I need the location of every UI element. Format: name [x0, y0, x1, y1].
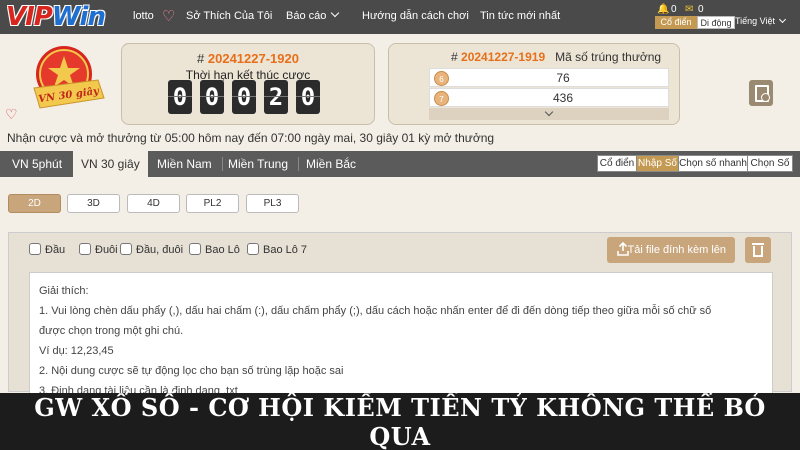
- chevron-down-icon: [778, 15, 787, 24]
- last-draw-panel: # 20241227-1919 Mã số trúng thưởng 6 7 6 …: [388, 43, 680, 125]
- option-label: Đầu, đuôi: [136, 244, 184, 256]
- note-line: được chọn trong một ghi chú.: [39, 325, 184, 337]
- mode-quick-pick[interactable]: Chọn số nhanh: [679, 156, 748, 171]
- option-dau-duoi[interactable]: Đầu, đuôi: [120, 243, 183, 256]
- result-value: 76: [556, 71, 570, 85]
- chevron-down-icon: [544, 107, 554, 117]
- vn30-medal-icon: VN 30 giây: [33, 46, 105, 109]
- nav-guide[interactable]: Hướng dẫn cách chơi: [362, 10, 469, 22]
- game-type-pl2[interactable]: PL2: [186, 194, 239, 213]
- nav-news[interactable]: Tin tức mới nhất: [480, 10, 560, 22]
- upload-label: Tải file đính kèm lên: [627, 244, 726, 256]
- logo-text: VIPWin: [6, 2, 106, 32]
- nav-report-label: Báo cáo: [286, 10, 327, 22]
- expand-results-button[interactable]: [429, 107, 669, 120]
- input-mode-group: Cổ điển Nhập Số Chọn số nhanh Chọn Số: [597, 155, 793, 172]
- note-line: 1. Vui lòng chèn dấu phẩy (,), dấu hai c…: [39, 305, 712, 317]
- language-label: Tiếng Việt: [735, 16, 776, 26]
- bell-icon[interactable]: 🔔: [657, 4, 669, 15]
- favorite-heart-icon[interactable]: ♡: [5, 106, 18, 123]
- nav-favorites[interactable]: Sở Thích Của Tôi: [186, 10, 272, 22]
- tab-vn-30-giay[interactable]: VN 30 giây: [73, 151, 148, 177]
- chevron-down-icon: [331, 8, 340, 18]
- current-draw-panel: # 20241227-1920 Thời hạn kết thúc cược 0…: [121, 43, 375, 125]
- language-select[interactable]: Tiếng Việt: [735, 15, 787, 26]
- promo-banner: GW XỔ SỐ - CƠ HỘI KIẾM TIỀN TỶ KHÔNG THỂ…: [0, 393, 800, 450]
- notification-count: 0: [671, 4, 677, 15]
- upload-file-button[interactable]: Tải file đính kèm lên: [607, 237, 735, 263]
- trash-icon: [752, 243, 764, 245]
- option-bao-lo[interactable]: Bao Lô: [189, 243, 240, 256]
- countdown-digit: 0: [296, 80, 320, 114]
- vipwin-logo[interactable]: VIPWin: [6, 2, 128, 32]
- countdown-digit: 0: [200, 80, 224, 114]
- tab-mien-nam[interactable]: Miền Nam: [149, 151, 220, 177]
- checkbox[interactable]: [29, 243, 41, 255]
- prize-badge: 7: [434, 91, 449, 106]
- option-dau[interactable]: Đầu: [29, 243, 65, 256]
- bet-options-panel: Đầu Đuôi Đầu, đuôi Bao Lô Bao Lô 7 Tải f…: [8, 232, 792, 397]
- checkbox[interactable]: [189, 243, 201, 255]
- countdown-digit: 2: [264, 80, 288, 114]
- option-label: Đầu: [45, 244, 66, 256]
- result-row: 6 76: [429, 68, 669, 87]
- game-type-2d[interactable]: 2D: [8, 194, 61, 213]
- countdown-digit: 0: [168, 80, 192, 114]
- option-label: Đuôi: [95, 244, 118, 256]
- game-type-3d[interactable]: 3D: [67, 194, 120, 213]
- note-line: 2. Nội dung cược sẽ tự động lọc cho bạn …: [39, 365, 344, 377]
- message-count: 0: [698, 4, 704, 15]
- account-box: 🔔 0 ✉ 0 Cổ điển Di động Tiếng Việt: [655, 2, 800, 32]
- note-line: Giải thích:: [39, 285, 89, 297]
- bet-input-area[interactable]: Giải thích: 1. Vui lòng chèn dấu phẩy (,…: [29, 272, 773, 397]
- banner-text: GW XỔ SỐ - CƠ HỘI KIẾM TIỀN TỶ KHÔNG THỂ…: [34, 393, 766, 450]
- last-draw-header: # 20241227-1919 Mã số trúng thưởng: [451, 50, 662, 64]
- trash-icon-body: [753, 246, 763, 257]
- game-type-pl3[interactable]: PL3: [246, 194, 299, 213]
- schedule-info: Nhận cược và mở thưởng từ 05:00 hôm nay …: [7, 131, 495, 145]
- note-line: Ví dụ: 12,23,45: [39, 345, 114, 357]
- mail-icon[interactable]: ✉: [685, 4, 693, 15]
- delete-button[interactable]: [745, 237, 771, 263]
- mode-classic[interactable]: Cổ điển: [598, 156, 637, 171]
- current-draw-id: # 20241227-1920: [197, 51, 299, 66]
- option-bao-lo-7[interactable]: Bao Lô 7: [247, 243, 307, 256]
- upload-icon: [617, 242, 629, 256]
- checkbox[interactable]: [79, 243, 91, 255]
- tab-mien-bac[interactable]: Miền Bắc: [298, 151, 364, 177]
- mobile-view-button[interactable]: Di động: [697, 16, 735, 29]
- checkbox[interactable]: [120, 243, 132, 255]
- checkbox[interactable]: [247, 243, 259, 255]
- result-value: 436: [552, 91, 574, 105]
- countdown-digit: 0: [232, 80, 256, 114]
- prize-badge: 6: [434, 71, 449, 86]
- nav-report[interactable]: Báo cáo: [286, 8, 340, 22]
- option-label: Bao Lô 7: [263, 244, 308, 256]
- mode-enter-number[interactable]: Nhập Số: [637, 156, 679, 171]
- classic-view-button[interactable]: Cổ điển: [655, 16, 697, 29]
- tab-vn-5phut[interactable]: VN 5phút: [4, 151, 70, 177]
- tab-mien-trung[interactable]: Miền Trung: [220, 151, 296, 177]
- option-label: Bao Lô: [205, 244, 240, 256]
- top-nav: VIPWin lotto ♡ Sở Thích Của Tôi Báo cáo …: [0, 0, 800, 34]
- mode-pick-number[interactable]: Chọn Số: [748, 156, 792, 171]
- history-document-icon[interactable]: [749, 80, 773, 106]
- heart-icon: ♡: [162, 8, 176, 25]
- option-duoi[interactable]: Đuôi: [79, 243, 118, 256]
- nav-lotto[interactable]: lotto: [133, 10, 154, 22]
- result-row: 7 436: [429, 88, 669, 107]
- game-type-4d[interactable]: 4D: [127, 194, 180, 213]
